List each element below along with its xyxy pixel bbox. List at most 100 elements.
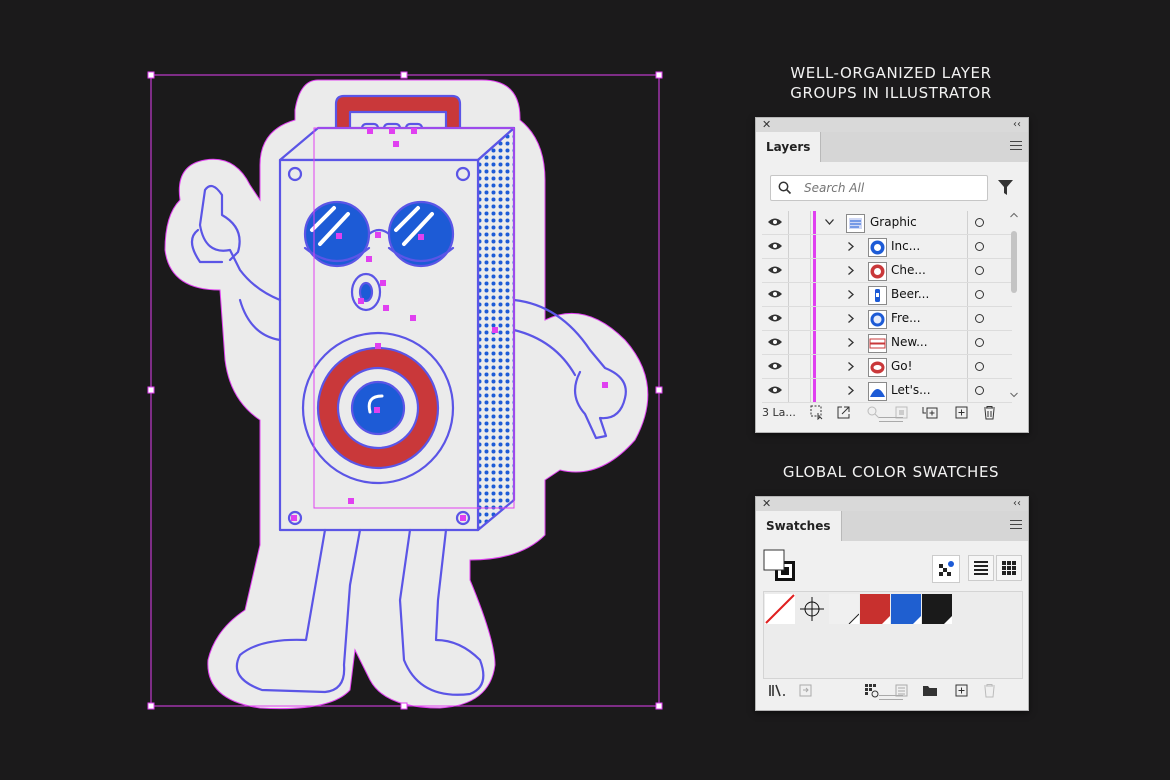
sticker-thumb-icon: [868, 310, 887, 329]
search-input[interactable]: [802, 179, 976, 197]
swatches-panel: ✕ ‹‹ Swatches: [755, 496, 1029, 711]
chevron-down-icon[interactable]: [825, 219, 834, 225]
visibility-eye-icon[interactable]: [768, 217, 782, 227]
layer-row[interactable]: Inc...: [762, 235, 1012, 259]
layers-search-field[interactable]: [770, 175, 988, 201]
visibility-eye-icon[interactable]: [768, 241, 782, 251]
target-circle-icon[interactable]: [975, 386, 984, 395]
tab-swatches[interactable]: Swatches: [756, 511, 842, 541]
folder-icon[interactable]: [922, 683, 938, 698]
swatch-red[interactable]: [860, 594, 890, 624]
sticker-thumb-icon: [868, 262, 887, 281]
trash-icon[interactable]: [982, 683, 997, 698]
swatch-white[interactable]: [829, 594, 859, 624]
target-circle-icon[interactable]: [975, 290, 984, 299]
close-icon[interactable]: ✕: [762, 118, 771, 132]
chevron-right-icon[interactable]: [848, 314, 854, 323]
sticker-thumb-icon: [868, 358, 887, 377]
layers-panel: ✕ ‹‹ Layers Graphic Inc...: [755, 117, 1029, 433]
layers-tabbar: Layers: [756, 132, 1028, 162]
visibility-eye-icon[interactable]: [768, 337, 782, 347]
swatch-options-icon[interactable]: [864, 683, 879, 698]
panel-menu-icon[interactable]: [1010, 141, 1022, 153]
tab-layers[interactable]: Layers: [756, 132, 822, 162]
visibility-eye-icon[interactable]: [768, 385, 782, 395]
target-circle-icon[interactable]: [975, 362, 984, 371]
layer-row[interactable]: Go!: [762, 355, 1012, 379]
swatch-registration[interactable]: [797, 594, 827, 624]
swatches-footer: [756, 679, 1028, 703]
trash-icon[interactable]: [982, 405, 997, 420]
layers-scrollbar[interactable]: [1008, 211, 1020, 399]
visibility-eye-icon[interactable]: [768, 289, 782, 299]
panel-menu-icon[interactable]: [1010, 520, 1022, 532]
layer-label: Che...: [891, 263, 926, 277]
chevron-right-icon[interactable]: [848, 362, 854, 371]
new-swatch-icon[interactable]: [954, 683, 969, 698]
swatch-grid: [763, 591, 1023, 679]
close-icon[interactable]: ✕: [762, 497, 771, 511]
sticker-thumb-icon: [868, 286, 887, 305]
swatch-libraries-icon[interactable]: [768, 683, 788, 698]
sticker-thumb-icon: [868, 334, 887, 353]
fill-stroke-indicator[interactable]: [763, 549, 797, 583]
collect-export-icon[interactable]: [810, 405, 825, 420]
layer-row[interactable]: New...: [762, 331, 1012, 355]
layers-footer: 3 La...: [756, 401, 1028, 425]
chevron-right-icon[interactable]: [848, 386, 854, 395]
chevron-right-icon[interactable]: [848, 338, 854, 347]
chevron-right-icon[interactable]: [848, 266, 854, 275]
swatches-caption: GLOBAL COLOR SWATCHES: [782, 463, 1000, 481]
layer-label: Fre...: [891, 311, 921, 325]
layer-row[interactable]: Graphic: [762, 211, 1012, 235]
graphic-thumb-icon: [846, 214, 865, 233]
sticker-thumb-icon: [868, 238, 887, 257]
speaker-character-artwork[interactable]: [0, 0, 700, 780]
visibility-eye-icon[interactable]: [768, 361, 782, 371]
visibility-eye-icon[interactable]: [768, 313, 782, 323]
layer-color-bar: [813, 211, 816, 234]
layer-label: Let's...: [891, 383, 931, 397]
target-circle-icon[interactable]: [975, 242, 984, 251]
layer-label: Inc...: [891, 239, 921, 253]
layer-label: New...: [891, 335, 928, 349]
new-sublayer-icon[interactable]: [922, 405, 940, 420]
sticker-thumb-icon: [868, 382, 887, 401]
layer-count: 3 La...: [762, 406, 796, 419]
chevron-right-icon[interactable]: [848, 290, 854, 299]
grid-view-icon[interactable]: [996, 555, 1022, 581]
layers-list: Graphic Inc... Che... Beer... Fre... New…: [762, 211, 1024, 403]
search-icon: [778, 181, 792, 195]
layer-row[interactable]: Let's...: [762, 379, 1012, 403]
swatches-titlebar[interactable]: ✕ ‹‹: [756, 497, 1028, 511]
swatch-blue[interactable]: [891, 594, 921, 624]
show-color-groups-icon[interactable]: [932, 555, 960, 583]
visibility-eye-icon[interactable]: [768, 265, 782, 275]
layers-caption-line2: GROUPS IN ILLUSTRATOR: [790, 84, 992, 102]
layers-titlebar[interactable]: ✕ ‹‹: [756, 118, 1028, 132]
target-circle-icon[interactable]: [975, 266, 984, 275]
new-layer-icon[interactable]: [954, 405, 969, 420]
layer-label: Go!: [891, 359, 913, 373]
target-circle-icon[interactable]: [975, 218, 984, 227]
list-view-icon[interactable]: [968, 555, 994, 581]
export-icon[interactable]: [836, 405, 851, 420]
resize-grip[interactable]: [879, 417, 903, 422]
target-circle-icon[interactable]: [975, 314, 984, 323]
layer-label: Graphic: [870, 215, 917, 229]
place-swatch-icon[interactable]: [798, 683, 813, 698]
layer-row[interactable]: Che...: [762, 259, 1012, 283]
swatch-none[interactable]: [765, 594, 795, 624]
layer-row[interactable]: Beer...: [762, 283, 1012, 307]
layer-label: Beer...: [891, 287, 930, 301]
swatch-black[interactable]: [922, 594, 952, 624]
chevron-right-icon[interactable]: [848, 242, 854, 251]
filter-icon[interactable]: [998, 180, 1013, 195]
collapse-icon[interactable]: ‹‹: [1013, 497, 1021, 511]
layers-caption: WELL-ORGANIZED LAYER GROUPS IN ILLUSTRAT…: [760, 63, 1022, 103]
swatches-tabbar: Swatches: [756, 511, 1028, 541]
resize-grip[interactable]: [879, 695, 903, 700]
target-circle-icon[interactable]: [975, 338, 984, 347]
layer-row[interactable]: Fre...: [762, 307, 1012, 331]
collapse-icon[interactable]: ‹‹: [1013, 118, 1021, 132]
